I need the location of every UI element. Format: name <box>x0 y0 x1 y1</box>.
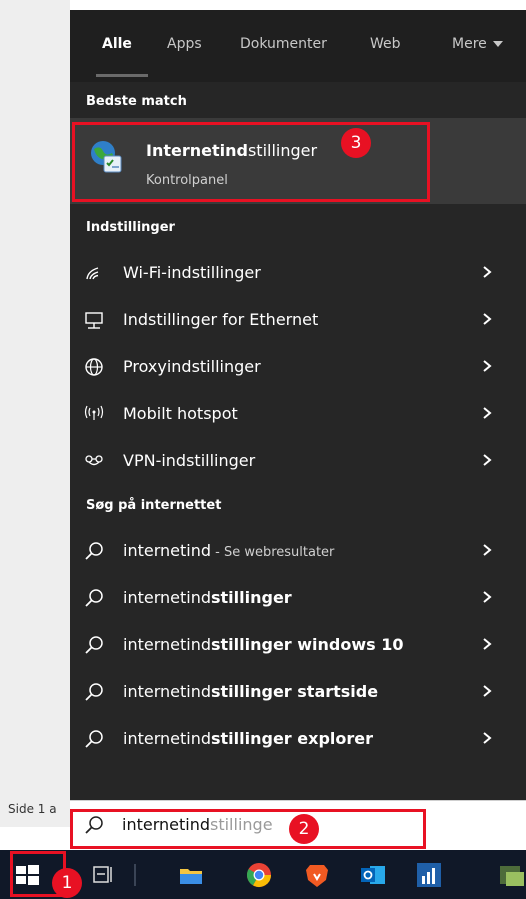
tab-web[interactable]: Web <box>370 36 401 52</box>
web-result-label: internetindstillinger <box>123 588 292 607</box>
web-result-item[interactable]: internetindstillinger explorer <box>70 716 526 762</box>
settings-item-label: VPN-indstillinger <box>123 451 256 470</box>
section-web-search: Søg på internettet <box>86 498 222 513</box>
caret-down-icon <box>492 41 503 47</box>
section-settings: Indstillinger <box>86 220 175 235</box>
chevron-right-icon <box>483 454 492 466</box>
annotation-badge-2: 2 <box>289 814 319 844</box>
settings-item-vpn[interactable]: VPN-indstillinger <box>70 438 526 484</box>
search-input[interactable]: internetindstillinge <box>122 815 273 834</box>
search-icon <box>85 816 103 834</box>
web-result-item[interactable]: internetindstillinger <box>70 575 526 621</box>
settings-item-label: Indstillinger for Ethernet <box>123 310 319 329</box>
chevron-right-icon <box>483 638 492 650</box>
chevron-right-icon <box>483 544 492 556</box>
tab-mere[interactable]: Mere <box>452 36 503 52</box>
best-match-item[interactable]: Internetindstillinger Kontrolpanel <box>70 118 526 204</box>
web-result-label: internetind - Se webresultater <box>123 541 335 560</box>
hotspot-icon <box>84 405 104 420</box>
best-match-subtitle: Kontrolpanel <box>146 173 228 188</box>
settings-item-ethernet[interactable]: Indstillinger for Ethernet <box>70 297 526 343</box>
background-document <box>0 0 70 827</box>
task-view-icon[interactable] <box>88 860 118 890</box>
settings-item-label: Proxyindstillinger <box>123 357 261 376</box>
file-explorer-icon[interactable] <box>176 860 206 890</box>
web-result-item[interactable]: internetindstillinger windows 10 <box>70 622 526 668</box>
stock-chart-icon[interactable] <box>414 860 444 890</box>
chevron-right-icon <box>483 313 492 325</box>
chevron-right-icon <box>483 591 492 603</box>
settings-item-label: Wi-Fi-indstillinger <box>123 263 261 282</box>
vpn-icon <box>85 455 103 466</box>
search-icon <box>85 589 103 607</box>
wifi-icon <box>86 267 99 280</box>
windows-start-icon[interactable] <box>12 860 42 890</box>
chevron-right-icon <box>483 360 492 372</box>
web-result-label: internetindstillinger windows 10 <box>123 635 404 654</box>
web-result-label: internetindstillinger explorer <box>123 729 373 748</box>
tab-mere-label: Mere <box>452 36 487 52</box>
active-tab-indicator <box>96 74 148 77</box>
chevron-right-icon <box>483 685 492 697</box>
best-match-title: Internetindstillinger <box>146 141 318 160</box>
internet-options-icon <box>91 141 122 173</box>
search-icon <box>85 683 103 701</box>
taskbar-divider <box>134 864 136 886</box>
tab-alle[interactable]: Alle <box>102 36 132 52</box>
settings-item-label: Mobilt hotspot <box>123 404 238 423</box>
page-indicator: Side 1 a <box>8 802 57 816</box>
settings-item-wifi[interactable]: Wi-Fi-indstillinger <box>70 250 526 296</box>
chrome-icon[interactable] <box>244 860 274 890</box>
web-result-label: internetindstillinger startside <box>123 682 379 701</box>
chevron-right-icon <box>483 266 492 278</box>
tab-dokumenter[interactable]: Dokumenter <box>240 36 327 52</box>
web-result-item[interactable]: internetind - Se webresultater <box>70 528 526 574</box>
search-icon <box>85 542 103 560</box>
web-result-item[interactable]: internetindstillinger startside <box>70 669 526 715</box>
ethernet-icon <box>85 312 103 329</box>
search-panel: Alle Apps Dokumenter Web Mere Bedste mat… <box>70 10 526 827</box>
chevron-right-icon <box>483 407 492 419</box>
settings-item-hotspot[interactable]: Mobilt hotspot <box>70 391 526 437</box>
chevron-right-icon <box>483 732 492 744</box>
tab-apps[interactable]: Apps <box>167 36 202 52</box>
section-best-match: Bedste match <box>86 94 187 109</box>
search-icon <box>85 730 103 748</box>
annotation-badge-1: 1 <box>52 868 82 898</box>
search-tabs: Alle Apps Dokumenter Web Mere <box>70 10 526 82</box>
app-icon[interactable] <box>496 860 526 890</box>
search-icon <box>85 636 103 654</box>
brave-icon[interactable] <box>302 860 332 890</box>
settings-item-proxy[interactable]: Proxyindstillinger <box>70 344 526 390</box>
globe-icon <box>85 358 103 376</box>
outlook-icon[interactable] <box>358 860 388 890</box>
annotation-badge-3: 3 <box>341 128 371 158</box>
